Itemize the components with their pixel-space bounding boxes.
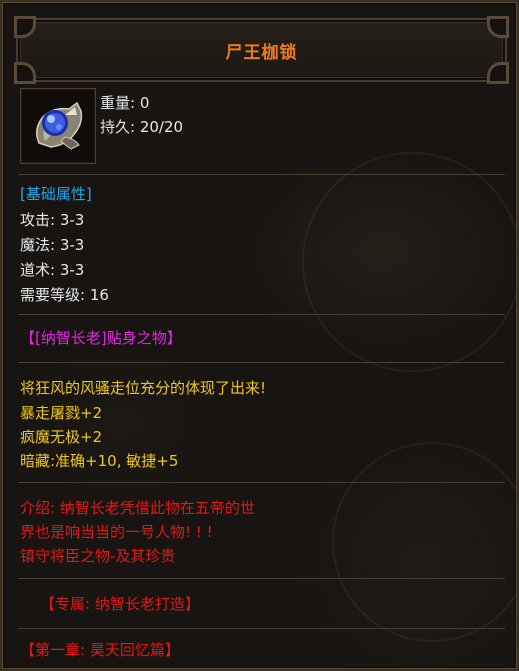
tao-stat: 道术: 3-3 (20, 261, 85, 279)
frame-corner (487, 62, 509, 84)
background-ornament (332, 442, 517, 642)
intro-line: 界也是响当当的一号人物! ! ! (20, 523, 213, 541)
item-icon-slot (20, 88, 96, 164)
intro-line: 介绍: 纳智长老凭借此物在五帝的世 (20, 499, 255, 517)
title-bar: 尸王枷锁 (14, 16, 509, 84)
item-tooltip: 尸王枷锁 重量: 0 持久: 20/20 [基础属性] 攻击: 3-3 魔法: … (0, 0, 519, 671)
attack-stat: 攻击: 3-3 (20, 211, 85, 229)
blue-gem-ring-icon (36, 101, 83, 150)
set-tag: 【[纳智长老]贴身之物】 (20, 329, 182, 347)
weight-value: 重量: 0 (100, 94, 150, 112)
frame-corner (14, 16, 36, 38)
bonus-line: 疯魔无极+2 (20, 428, 103, 446)
divider (18, 628, 505, 629)
frame-corner (14, 62, 36, 84)
magic-stat: 魔法: 3-3 (20, 236, 85, 254)
divider (18, 362, 505, 363)
divider (18, 578, 505, 579)
divider (18, 482, 505, 483)
exclusive-tag: 【专属: 纳智长老打造】 (40, 595, 200, 613)
background-ornament (302, 152, 517, 372)
divider (18, 174, 505, 175)
base-attrs-header: [基础属性] (20, 185, 92, 203)
item-name: 尸王枷锁 (225, 43, 298, 63)
bonus-line: 暴走屠戮+2 (20, 404, 103, 422)
chapter-tag: 【第一章: 昊天回忆篇】 (20, 641, 180, 659)
bonus-line: 暗藏:准确+10, 敏捷+5 (20, 452, 179, 470)
intro-line: 镇守将臣之物-及其珍贵 (20, 547, 176, 565)
frame-corner (487, 16, 509, 38)
durability-value: 持久: 20/20 (100, 118, 184, 136)
divider (18, 314, 505, 315)
bonus-line: 将狂风的风骚走位充分的体现了出来! (20, 379, 267, 397)
level-requirement: 需要等级: 16 (20, 286, 109, 304)
